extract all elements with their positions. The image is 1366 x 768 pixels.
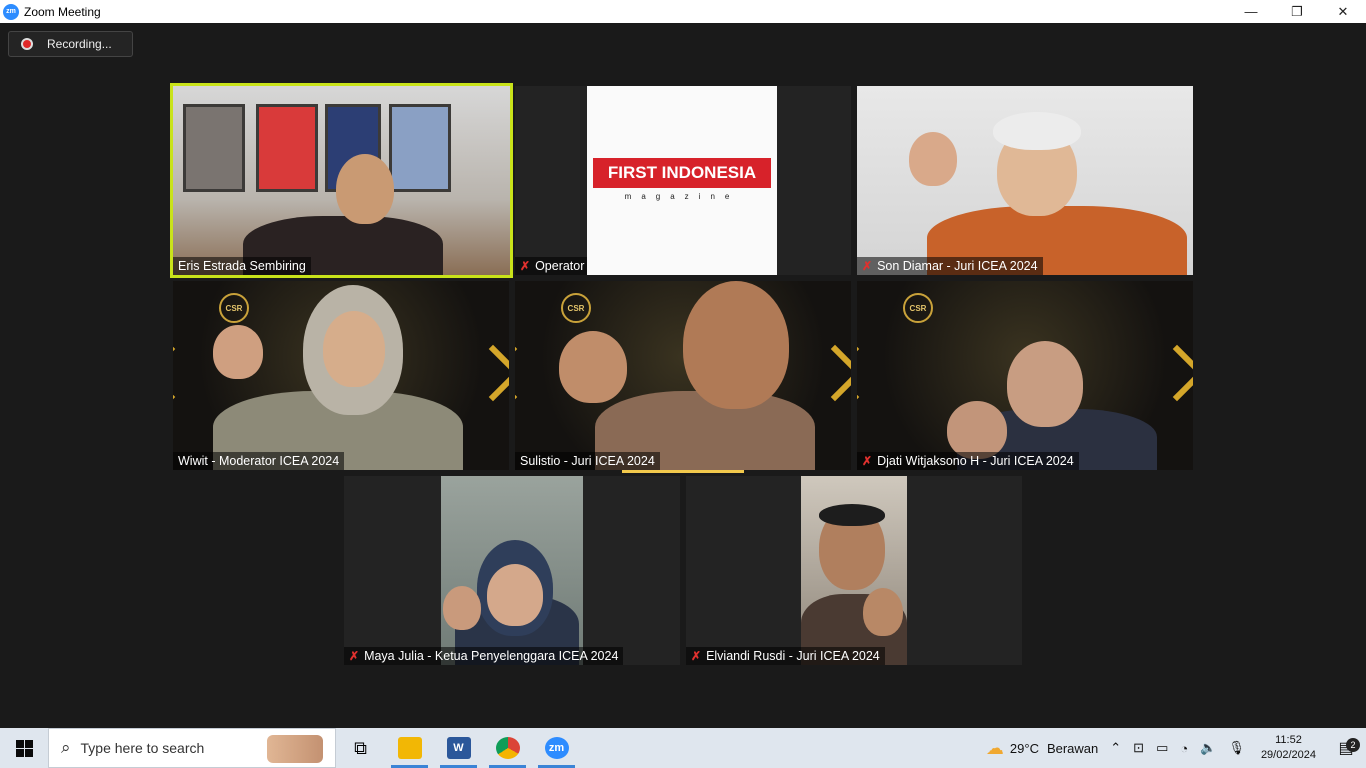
csr-logo: CSR [219, 293, 249, 323]
cloudy-weather-icon: ☁ [985, 737, 1004, 758]
notification-count: 2 [1346, 738, 1360, 752]
csr-logo: CSR [561, 293, 591, 323]
video-tile-son-diamar[interactable]: ✗ Son Diamar - Juri ICEA 2024 [857, 86, 1193, 275]
volume-button[interactable]: 🔈 [1194, 740, 1222, 756]
zoom-button[interactable]: zm [532, 728, 581, 768]
battery-icon: ▭ [1156, 740, 1169, 755]
windows-icon [15, 739, 33, 757]
record-icon [21, 38, 33, 50]
video-feed [441, 476, 583, 665]
restore-button[interactable]: ❐ [1274, 0, 1320, 23]
active-speaker-indicator [622, 470, 744, 473]
chrome-icon [495, 737, 520, 759]
search-highlight-image [267, 735, 323, 763]
task-view-button[interactable]: ⧉ [336, 728, 385, 768]
weather-condition: Berawan [1046, 740, 1099, 756]
file-explorer-button[interactable] [385, 728, 434, 768]
zoom-icon: zm [544, 737, 569, 759]
mic-muted-icon: ✗ [862, 259, 873, 273]
logo-subtitle: magazine [624, 192, 740, 201]
notifications-button[interactable]: ▤ 2 [1326, 738, 1366, 758]
participant-name-tag: Eris Estrada Sembiring [173, 257, 311, 275]
battery-button[interactable]: ▭ [1150, 740, 1174, 756]
window-controls: — ❐ ✕ [1228, 0, 1366, 23]
video-tile-eris[interactable]: Eris Estrada Sembiring [170, 83, 513, 278]
participant-name: Eris Estrada Sembiring [178, 259, 306, 273]
zoom-app-icon: zm [3, 3, 19, 20]
video-tile-maya-julia[interactable]: ✗ Maya Julia - Ketua Penyelenggara ICEA … [344, 476, 680, 665]
clock-date: 29/02/2024 [1260, 749, 1316, 761]
recording-label: Recording... [47, 37, 112, 51]
window-title: Zoom Meeting [24, 4, 101, 19]
system-tray: ☁ 29°C Berawan ⌃ ⊡ ▭ ◔ 🔈 🎙 11:52 29/02/2… [980, 728, 1366, 768]
csr-logo: CSR [903, 293, 933, 323]
mic-muted-icon: ✗ [862, 454, 873, 468]
video-feed: CSR [515, 281, 851, 470]
taskbar-search-box[interactable]: ⌕ Type here to search [48, 728, 336, 768]
camera-icon: ⊡ [1133, 740, 1145, 755]
mic-muted-icon: ✗ [520, 259, 531, 273]
minimize-button[interactable]: — [1228, 0, 1274, 23]
search-icon: ⌕ [61, 738, 71, 757]
microphone-icon: 🎙 [1228, 740, 1245, 755]
word-button[interactable]: W [434, 728, 483, 768]
participant-name-tag: Wiwit - Moderator ICEA 2024 [173, 452, 345, 470]
microphone-button[interactable]: 🎙 [1222, 740, 1251, 756]
video-feed: CSR [857, 281, 1193, 470]
network-button[interactable]: ◔ [1174, 741, 1194, 756]
video-feed [857, 86, 1193, 275]
participant-name-tag: ✗ Son Diamar - Juri ICEA 2024 [857, 257, 1043, 275]
chevron-up-icon: ⌃ [1110, 740, 1122, 755]
video-tile-djati[interactable]: CSR ✗ Djati Witjaksono H - Juri ICEA 202… [857, 281, 1193, 470]
clock[interactable]: 11:52 29/02/2024 [1251, 733, 1326, 763]
participant-name: Maya Julia - Ketua Penyelenggara ICEA 20… [364, 649, 619, 663]
title-bar: zm Zoom Meeting — ❐ ✕ [0, 0, 1366, 23]
video-tile-wiwit[interactable]: CSR Wiwit - Moderator ICEA 2024 [173, 281, 509, 470]
show-hidden-icons-button[interactable]: ⌃ [1104, 740, 1127, 756]
start-button[interactable] [0, 728, 48, 768]
participant-name-tag: ✗ Djati Witjaksono H - Juri ICEA 2024 [857, 452, 1079, 470]
clock-time: 11:52 [1275, 734, 1302, 746]
speaker-icon: 🔈 [1200, 740, 1217, 755]
participant-name: Son Diamar - Juri ICEA 2024 [877, 259, 1038, 273]
participant-name-tag: Sulistio - Juri ICEA 2024 [515, 452, 660, 470]
participant-name: Sulistio - Juri ICEA 2024 [520, 454, 655, 468]
close-button[interactable]: ✕ [1320, 0, 1366, 23]
weather-temp: 29°C [1009, 740, 1039, 756]
logo-title: FIRST INDONESIA [593, 158, 771, 188]
video-feed: CSR [173, 281, 509, 470]
video-feed [801, 476, 907, 665]
wifi-icon: ◔ [1180, 740, 1189, 756]
first-indonesia-logo: FIRST INDONESIA magazine [587, 86, 777, 275]
word-icon: W [446, 737, 471, 759]
mic-muted-icon: ✗ [349, 649, 360, 663]
participant-name: Djati Witjaksono H - Juri ICEA 2024 [877, 454, 1074, 468]
chrome-button[interactable] [483, 728, 532, 768]
search-placeholder: Type here to search [80, 740, 205, 756]
video-feed [173, 86, 510, 275]
mic-muted-icon: ✗ [691, 649, 702, 663]
participant-name-tag: ✗ Elviandi Rusdi - Juri ICEA 2024 [686, 647, 885, 665]
recording-indicator[interactable]: Recording... [8, 31, 133, 57]
weather-widget[interactable]: ☁ 29°C Berawan [980, 738, 1104, 759]
folder-icon [397, 737, 422, 759]
participant-name: Wiwit - Moderator ICEA 2024 [178, 454, 340, 468]
meet-now-button[interactable]: ⊡ [1127, 740, 1150, 756]
participant-name-tag: ✗ Maya Julia - Ketua Penyelenggara ICEA … [344, 647, 624, 665]
windows-taskbar: ⌕ Type here to search ⧉ W zm ☁ 29°C Bera… [0, 728, 1366, 768]
participant-name: Elviandi Rusdi - Juri ICEA 2024 [706, 649, 880, 663]
video-tile-elviandi[interactable]: ✗ Elviandi Rusdi - Juri ICEA 2024 [686, 476, 1022, 665]
task-view-icon: ⧉ [354, 737, 367, 758]
video-tile-sulistio[interactable]: CSR Sulistio - Juri ICEA 2024 [515, 281, 851, 470]
